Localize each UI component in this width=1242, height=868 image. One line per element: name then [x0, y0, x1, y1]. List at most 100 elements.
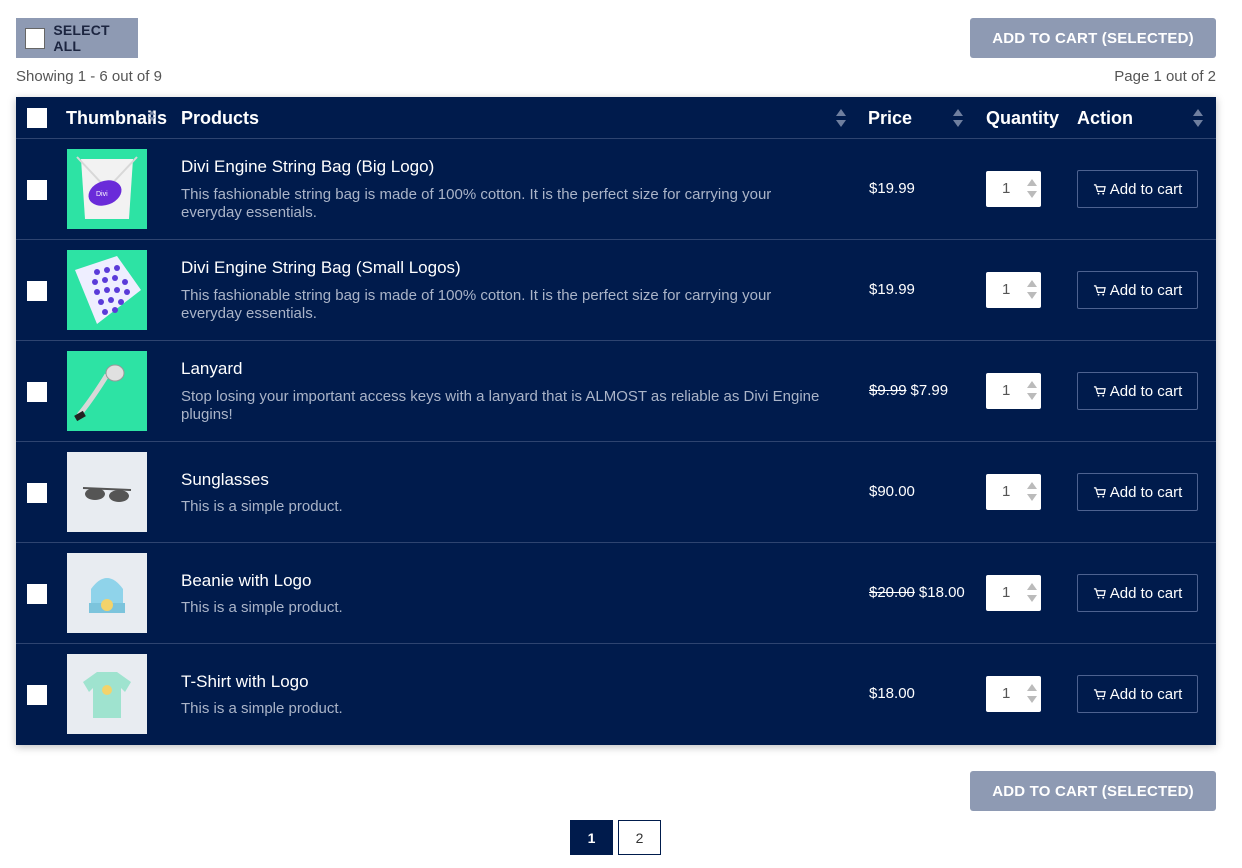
- product-price: $9.99 $7.99: [869, 382, 948, 399]
- product-price: $90.00: [869, 483, 915, 500]
- cart-icon: [1093, 587, 1106, 599]
- product-thumbnail[interactable]: Divi: [67, 149, 147, 229]
- sort-products-icon[interactable]: [836, 108, 846, 128]
- table-row: Divi Engine String Bag (Small Logos) Thi…: [16, 240, 1216, 341]
- product-thumbnail[interactable]: [67, 452, 147, 532]
- decrement-arrow-icon[interactable]: [1027, 494, 1037, 501]
- quantity-stepper[interactable]: 1: [986, 575, 1041, 611]
- quantity-stepper[interactable]: 1: [986, 272, 1041, 308]
- add-to-cart-button[interactable]: Add to cart: [1077, 574, 1198, 612]
- decrement-arrow-icon[interactable]: [1027, 191, 1037, 198]
- cart-icon: [1093, 688, 1106, 700]
- current-price: $90.00: [869, 483, 915, 500]
- product-title[interactable]: Sunglasses: [181, 470, 269, 490]
- table-row: Sunglasses This is a simple product. $90…: [16, 442, 1216, 543]
- increment-arrow-icon[interactable]: [1027, 179, 1037, 186]
- add-to-cart-label: Add to cart: [1109, 281, 1183, 299]
- row-select-checkbox[interactable]: [27, 180, 47, 200]
- add-to-cart-button[interactable]: Add to cart: [1077, 372, 1198, 410]
- row-select-checkbox[interactable]: [27, 685, 47, 705]
- quantity-value: 1: [1002, 180, 1011, 197]
- add-to-cart-button[interactable]: Add to cart: [1077, 271, 1198, 309]
- add-to-cart-button[interactable]: Add to cart: [1077, 675, 1198, 713]
- cart-icon: [1093, 284, 1106, 296]
- sale-price: $18.00: [918, 584, 965, 601]
- increment-arrow-icon[interactable]: [1027, 381, 1037, 388]
- increment-arrow-icon[interactable]: [1027, 684, 1037, 691]
- page-1-button[interactable]: 1: [570, 820, 613, 855]
- add-selected-to-cart-button-bottom[interactable]: ADD TO CART (SELECTED): [970, 771, 1216, 811]
- row-select-checkbox[interactable]: [27, 483, 47, 503]
- quantity-stepper[interactable]: 1: [986, 676, 1041, 712]
- quantity-value: 1: [1002, 685, 1011, 702]
- product-description: This is a simple product.: [181, 599, 343, 616]
- add-to-cart-label: Add to cart: [1109, 685, 1183, 703]
- current-price: $19.99: [869, 180, 915, 197]
- product-description: This fashionable string bag is made of 1…: [181, 287, 772, 322]
- product-description: This fashionable string bag is made of 1…: [181, 186, 772, 221]
- decrement-arrow-icon[interactable]: [1027, 696, 1037, 703]
- product-title[interactable]: Beanie with Logo: [181, 571, 311, 591]
- decrement-arrow-icon[interactable]: [1027, 292, 1037, 299]
- product-description: This is a simple product.: [181, 498, 343, 515]
- product-thumbnail[interactable]: [67, 250, 147, 330]
- cart-icon: [1093, 486, 1106, 498]
- page-info: Page 1 out of 2: [1114, 68, 1216, 85]
- quantity-value: 1: [1002, 281, 1011, 298]
- column-header-price[interactable]: Price: [868, 108, 912, 129]
- quantity-stepper[interactable]: 1: [986, 474, 1041, 510]
- product-title[interactable]: Lanyard: [181, 359, 242, 379]
- pagination: 1 2: [570, 820, 661, 855]
- quantity-value: 1: [1002, 483, 1011, 500]
- product-thumbnail[interactable]: [67, 654, 147, 734]
- add-to-cart-button[interactable]: Add to cart: [1077, 170, 1198, 208]
- quantity-stepper[interactable]: 1: [986, 171, 1041, 207]
- sort-action-icon[interactable]: [1193, 108, 1203, 128]
- row-select-checkbox[interactable]: [27, 382, 47, 402]
- add-selected-to-cart-button[interactable]: ADD TO CART (SELECTED): [970, 18, 1216, 58]
- increment-arrow-icon[interactable]: [1027, 482, 1037, 489]
- select-all-checkbox[interactable]: [25, 27, 46, 49]
- product-price: $19.99: [869, 281, 915, 298]
- column-header-products[interactable]: Products: [181, 108, 259, 129]
- add-to-cart-label: Add to cart: [1109, 180, 1183, 198]
- product-table: Thumbnails Products Price Quantity Actio…: [16, 97, 1216, 745]
- quantity-stepper[interactable]: 1: [986, 373, 1041, 409]
- add-to-cart-label: Add to cart: [1109, 584, 1183, 602]
- sort-price-icon[interactable]: [953, 108, 963, 128]
- product-title[interactable]: Divi Engine String Bag (Small Logos): [181, 258, 461, 278]
- row-select-checkbox[interactable]: [27, 584, 47, 604]
- current-price: $19.99: [869, 281, 915, 298]
- product-price: $20.00 $18.00: [869, 584, 965, 601]
- sale-price: $7.99: [910, 382, 949, 399]
- product-thumbnail[interactable]: [67, 553, 147, 633]
- product-thumbnail[interactable]: [67, 351, 147, 431]
- quantity-value: 1: [1002, 584, 1011, 601]
- current-price: $18.00: [869, 685, 915, 702]
- page-2-button[interactable]: 2: [618, 820, 661, 855]
- add-to-cart-label: Add to cart: [1109, 483, 1183, 501]
- table-header: Thumbnails Products Price Quantity Actio…: [16, 97, 1216, 139]
- sort-thumbnails-icon[interactable]: [149, 110, 155, 122]
- product-title[interactable]: Divi Engine String Bag (Big Logo): [181, 157, 434, 177]
- table-row: Lanyard Stop losing your important acces…: [16, 341, 1216, 442]
- select-all-button[interactable]: SELECT ALL: [16, 18, 138, 58]
- increment-arrow-icon[interactable]: [1027, 583, 1037, 590]
- product-description: This is a simple product.: [181, 700, 343, 717]
- svg-text:Divi: Divi: [96, 191, 108, 198]
- increment-arrow-icon[interactable]: [1027, 280, 1037, 287]
- header-select-checkbox[interactable]: [27, 108, 47, 128]
- decrement-arrow-icon[interactable]: [1027, 393, 1037, 400]
- product-price: $19.99: [869, 180, 915, 197]
- cart-icon: [1093, 385, 1106, 397]
- cart-icon: [1093, 183, 1106, 195]
- product-description: Stop losing your important access keys w…: [181, 388, 820, 423]
- add-to-cart-button[interactable]: Add to cart: [1077, 473, 1198, 511]
- original-price: $9.99: [869, 382, 907, 399]
- decrement-arrow-icon[interactable]: [1027, 595, 1037, 602]
- product-title[interactable]: T-Shirt with Logo: [181, 672, 309, 692]
- select-all-label: SELECT ALL: [53, 22, 110, 54]
- table-row: Divi Divi Engine String Bag (Big Logo) T…: [16, 139, 1216, 240]
- row-select-checkbox[interactable]: [27, 281, 47, 301]
- column-header-quantity: Quantity: [986, 108, 1060, 128]
